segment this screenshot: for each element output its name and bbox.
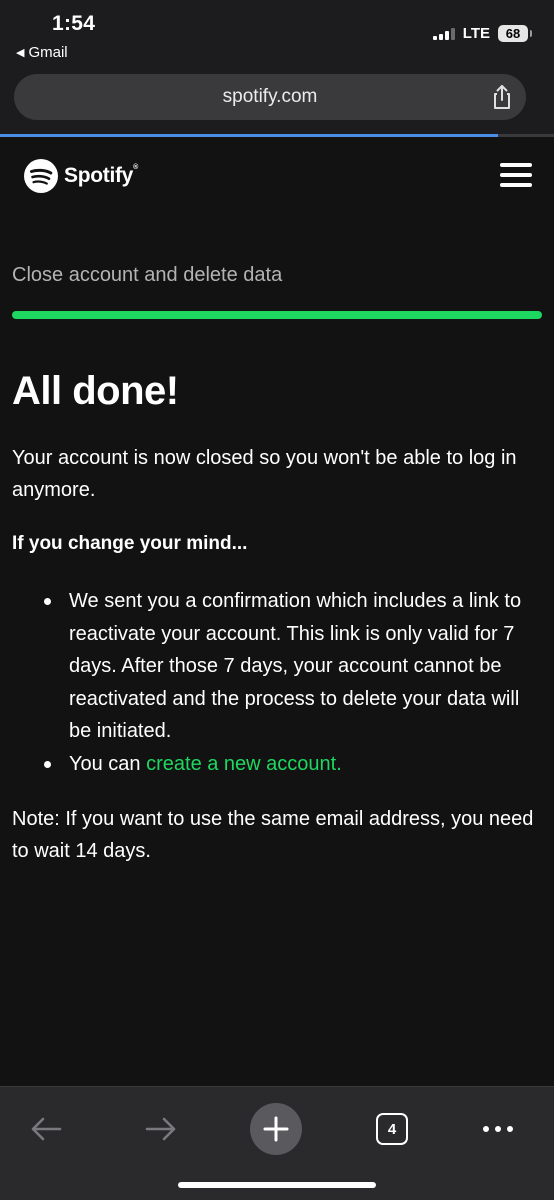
- back-arrow-icon: [31, 1117, 62, 1141]
- address-bar[interactable]: spotify.com: [14, 74, 526, 120]
- forward-arrow-icon: [145, 1117, 176, 1141]
- home-indicator: [178, 1182, 376, 1188]
- back-button[interactable]: [18, 1101, 74, 1157]
- status-time: 1:54: [52, 12, 96, 35]
- share-icon[interactable]: [488, 83, 516, 111]
- more-icon: [483, 1126, 513, 1132]
- back-triangle-icon: ◀: [16, 47, 25, 59]
- tabs-icon: 4: [376, 1113, 408, 1145]
- status-indicators: LTE 68: [432, 25, 532, 42]
- browser-address-area: spotify.com: [0, 66, 554, 134]
- intro-text: Your account is now closed so you won't …: [12, 447, 517, 501]
- site-header: Spotify®: [0, 137, 554, 217]
- battery-icon: 68: [498, 25, 532, 42]
- info-list: We sent you a confirmation which include…: [12, 585, 542, 780]
- new-tab-button[interactable]: [248, 1101, 304, 1157]
- step-progress-bar: [12, 311, 542, 319]
- list-item: We sent you a confirmation which include…: [12, 585, 542, 748]
- signal-icon: [432, 27, 455, 40]
- spotify-logo[interactable]: Spotify®: [24, 159, 138, 193]
- spotify-logo-icon: [24, 159, 58, 193]
- forward-button[interactable]: [133, 1101, 189, 1157]
- plus-icon: [263, 1116, 289, 1142]
- step-title: Close account and delete data: [12, 264, 283, 286]
- note-text: Note: If you want to use the same email …: [12, 808, 534, 862]
- back-to-app-link[interactable]: ◀ Gmail: [16, 44, 68, 61]
- page-headline: All done!: [12, 369, 179, 413]
- logo-wordmark: Spotify®: [64, 164, 138, 187]
- tabs-button[interactable]: 4: [364, 1101, 420, 1157]
- create-account-link[interactable]: create a new account.: [146, 753, 342, 775]
- list-item: You can create a new account.: [12, 748, 542, 781]
- status-bar: 1:54 ◀ Gmail LTE 68: [0, 0, 554, 66]
- subheading: If you change your mind...: [12, 533, 248, 554]
- more-button[interactable]: [470, 1101, 526, 1157]
- network-label: LTE: [462, 25, 490, 42]
- url-text[interactable]: spotify.com: [14, 86, 526, 108]
- back-app-label: Gmail: [28, 44, 68, 61]
- menu-icon[interactable]: [500, 163, 532, 187]
